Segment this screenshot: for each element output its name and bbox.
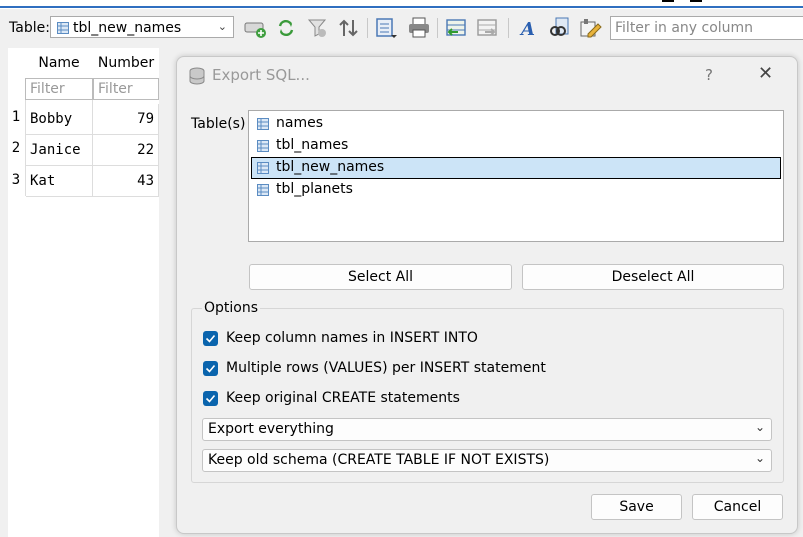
checkbox-checked[interactable]	[203, 331, 218, 346]
list-item-label: names	[276, 115, 323, 131]
cancel-button[interactable]: Cancel	[692, 494, 783, 520]
close-button[interactable]: ✕	[758, 63, 773, 84]
table-select-value: tbl_new_names	[73, 20, 182, 36]
options-title: Options	[202, 300, 261, 316]
toolbar-separator	[367, 18, 368, 38]
top-dash	[690, 0, 702, 2]
number-filter-input[interactable]: Filter	[93, 78, 159, 100]
table-icon	[257, 140, 269, 156]
column-header-name[interactable]: Name	[26, 48, 92, 78]
schema-mode-select[interactable]: Keep old schema (CREATE TABLE IF NOT EXI…	[202, 449, 772, 472]
option-label: Keep column names in INSERT INTO	[226, 330, 478, 346]
name-filter-input[interactable]: Filter	[25, 78, 93, 100]
insert-row-icon[interactable]	[444, 16, 470, 40]
tables-list[interactable]: names tbl_names tbl_new_names tbl_planet…	[248, 110, 784, 242]
help-button[interactable]: ?	[705, 66, 713, 84]
row-number: 3	[11, 172, 21, 188]
list-item[interactable]: tbl_names	[251, 135, 781, 157]
svg-text:A: A	[519, 19, 535, 40]
table-icon	[257, 162, 269, 178]
list-item[interactable]: names	[251, 113, 781, 135]
option-label: Keep original CREATE statements	[226, 390, 460, 406]
global-filter-input[interactable]: Filter in any column	[610, 16, 803, 40]
export-mode-value: Export everything	[208, 421, 334, 437]
refresh-icon[interactable]	[273, 16, 299, 40]
table-cell-name[interactable]: Kat	[26, 166, 93, 197]
checkbox-checked[interactable]	[203, 361, 218, 376]
chevron-down-icon: ⌄	[217, 20, 227, 33]
clear-filter-icon[interactable]	[305, 16, 331, 40]
table-cell-name[interactable]: Janice	[26, 135, 93, 166]
delete-row-icon[interactable]	[475, 16, 501, 40]
table-cell-number[interactable]: 43	[93, 166, 159, 197]
top-accent-line	[0, 6, 803, 8]
table-cell-name[interactable]: Bobby	[26, 104, 93, 135]
row-number: 1	[11, 109, 21, 125]
export-mode-select[interactable]: Export everything ⌄	[202, 418, 772, 441]
window-top-edge	[0, 0, 803, 9]
table-icon	[57, 22, 69, 38]
list-item-label: tbl_planets	[276, 181, 353, 197]
print-icon[interactable]	[406, 16, 432, 40]
edit-cell-icon[interactable]	[578, 16, 604, 40]
chevron-down-icon: ⌄	[754, 420, 765, 434]
tables-label: Table(s)	[191, 116, 246, 132]
toolbar-separator	[437, 18, 438, 38]
table-cell-number[interactable]: 22	[93, 135, 159, 166]
save-button[interactable]: Save	[591, 494, 682, 520]
table-icon	[257, 184, 269, 200]
table-select[interactable]: tbl_new_names ⌄	[50, 16, 234, 38]
sort-icon[interactable]	[336, 16, 362, 40]
schema-mode-value: Keep old schema (CREATE TABLE IF NOT EXI…	[208, 452, 550, 468]
toolbar: Table: tbl_new_names ⌄ A Filter in any c…	[0, 10, 803, 44]
find-icon[interactable]	[547, 16, 573, 40]
table-label: Table:	[9, 20, 50, 36]
dialog-title: Export SQL...	[212, 66, 310, 84]
table-icon	[257, 118, 269, 134]
list-item-selected[interactable]: tbl_new_names	[251, 157, 781, 179]
font-icon[interactable]: A	[515, 16, 541, 40]
top-dash	[662, 0, 674, 2]
list-item[interactable]: tbl_planets	[251, 179, 781, 201]
list-item-label: tbl_names	[276, 137, 349, 153]
database-icon	[188, 67, 206, 89]
deselect-all-button[interactable]: Deselect All	[522, 264, 784, 290]
chevron-down-icon: ⌄	[754, 451, 765, 465]
checkbox-checked[interactable]	[203, 391, 218, 406]
option-label: Multiple rows (VALUES) per INSERT statem…	[226, 360, 546, 376]
data-grid: Name Number Filter Filter 1 Bobby 79 2 J…	[0, 48, 175, 537]
new-record-button[interactable]	[242, 16, 268, 40]
save-table-icon[interactable]	[374, 16, 400, 40]
column-header-number[interactable]: Number	[93, 48, 159, 78]
toolbar-separator	[508, 18, 509, 38]
table-cell-number[interactable]: 79	[93, 104, 159, 135]
select-all-button[interactable]: Select All	[249, 264, 512, 290]
list-item-label: tbl_new_names	[276, 159, 385, 175]
row-number: 2	[11, 140, 21, 156]
